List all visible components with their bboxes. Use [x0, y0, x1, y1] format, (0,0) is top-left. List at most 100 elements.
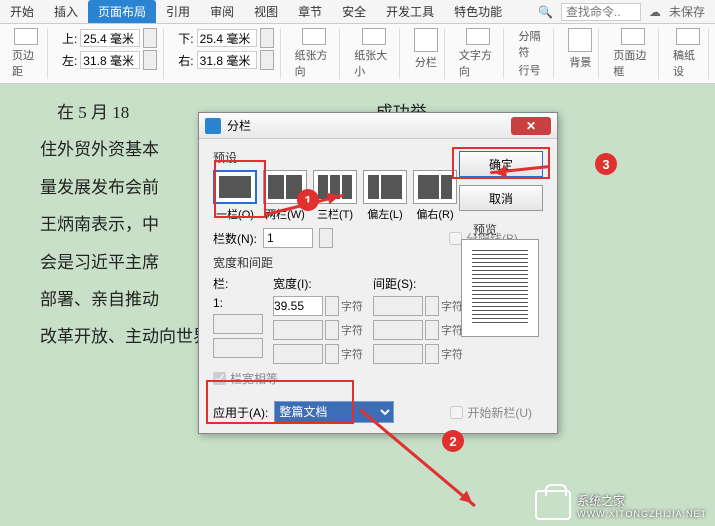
unit-label: 字符: [341, 322, 363, 338]
width-header: 宽度(I):: [273, 275, 363, 292]
spinner: [425, 296, 439, 316]
preset-right-label: 偏右(R): [413, 206, 457, 222]
col2-index: [213, 314, 263, 334]
watermark-house-icon: [535, 490, 571, 520]
ribbon-tabs: 开始 插入 页面布局 引用 审阅 视图 章节 安全 开发工具 特色功能 🔍 ☁ …: [0, 0, 715, 24]
spinner: [425, 344, 439, 364]
spinner[interactable]: [260, 28, 274, 48]
preset-right[interactable]: [413, 170, 457, 204]
apply-to-select[interactable]: 整篇文档: [274, 401, 394, 423]
margin-icon[interactable]: [14, 28, 38, 45]
col-header: 栏:: [213, 275, 263, 292]
cancel-button[interactable]: 取消: [459, 185, 543, 211]
left-margin-input[interactable]: [80, 51, 140, 69]
spacing3-input: [373, 344, 423, 364]
manuscript-label[interactable]: 稿纸设: [673, 47, 702, 79]
left-margin-label: 左:: [62, 52, 77, 69]
unit-label: 字符: [441, 346, 463, 362]
tab-view[interactable]: 视图: [244, 0, 288, 23]
unit-label: 字符: [341, 346, 363, 362]
spinner[interactable]: [325, 296, 339, 316]
right-margin-input[interactable]: [197, 51, 257, 69]
preset-two[interactable]: [263, 170, 307, 204]
dialog-titlebar[interactable]: 分栏 ✕: [199, 113, 557, 139]
new-column-label: 开始新栏(U): [467, 404, 532, 421]
textdir-icon[interactable]: [466, 28, 490, 45]
dialog-close-button[interactable]: ✕: [511, 117, 551, 135]
tab-security[interactable]: 安全: [332, 0, 376, 23]
col3-index: [213, 338, 263, 358]
top-margin-label: 上:: [62, 30, 77, 47]
spinner[interactable]: [260, 50, 274, 70]
preset-three[interactable]: [313, 170, 357, 204]
columns-icon[interactable]: [414, 28, 438, 52]
border-icon[interactable]: [621, 28, 645, 45]
spinner: [325, 344, 339, 364]
dialog-app-icon: [205, 118, 221, 134]
background-icon[interactable]: [568, 28, 592, 52]
papersize-icon[interactable]: [362, 28, 386, 45]
preset-one-label: 一栏(O): [213, 206, 257, 222]
preset-two-label: 两栏(W): [263, 206, 307, 222]
dialog-title: 分栏: [227, 117, 251, 134]
width3-input: [273, 344, 323, 364]
bottom-margin-input[interactable]: [197, 29, 257, 47]
apply-to-label: 应用于(A):: [213, 404, 268, 421]
unit-label: 字符: [441, 322, 463, 338]
spacing2-input: [373, 320, 423, 340]
spacing-header: 间距(S):: [373, 275, 463, 292]
spacing1-input: [373, 296, 423, 316]
spinner[interactable]: [143, 28, 157, 48]
orientation-label[interactable]: 纸张方向: [295, 47, 334, 79]
command-search[interactable]: [561, 3, 641, 21]
tab-chapter[interactable]: 章节: [288, 0, 332, 23]
search-icon: 🔍: [538, 5, 553, 19]
columns-dialog: 分栏 ✕ 预设 一栏(O) 两栏(W) 三栏(T) 偏左(L) 偏右(R) 栏数…: [198, 112, 558, 434]
preset-left-label: 偏左(L): [363, 206, 407, 222]
tab-review[interactable]: 审阅: [200, 0, 244, 23]
lineno-label[interactable]: 行号: [518, 62, 540, 78]
right-margin-label: 右:: [178, 52, 193, 69]
ok-button[interactable]: 确定: [459, 151, 543, 177]
textdir-label[interactable]: 文字方向: [459, 47, 498, 79]
unit-label: 字符: [441, 298, 463, 314]
col1-label: 1:: [213, 296, 223, 310]
orientation-icon[interactable]: [302, 28, 326, 45]
spinner: [325, 320, 339, 340]
preview-label: 预览: [473, 221, 497, 238]
top-margin-input[interactable]: [80, 29, 140, 47]
tab-reference[interactable]: 引用: [156, 0, 200, 23]
new-column-checkbox: [450, 406, 463, 419]
equal-width-label: 栏宽相等: [230, 370, 278, 387]
cols-count-input[interactable]: [263, 228, 313, 248]
preset-left[interactable]: [363, 170, 407, 204]
cols-count-label: 栏数(N):: [213, 230, 257, 247]
tab-insert[interactable]: 插入: [44, 0, 88, 23]
tab-special[interactable]: 特色功能: [444, 0, 512, 23]
manuscript-icon[interactable]: [676, 28, 700, 45]
unit-label: 字符: [341, 298, 363, 314]
unsaved-label: 未保存: [669, 3, 705, 20]
ribbon-toolbar: 页边距 上: 左: 下: 右: 纸张方向 纸张大小 分栏 文字方向 分隔符 行号…: [0, 24, 715, 84]
break-label[interactable]: 分隔符: [518, 28, 547, 60]
preview-box: [461, 239, 539, 337]
cloud-icon: ☁: [649, 5, 661, 19]
equal-width-checkbox: [213, 372, 226, 385]
watermark: 系统之家 WWW.XITONGZHIJIA.NET: [535, 490, 707, 520]
tab-start[interactable]: 开始: [0, 0, 44, 23]
preset-one[interactable]: [213, 170, 257, 204]
tab-developer[interactable]: 开发工具: [376, 0, 444, 23]
bottom-margin-label: 下:: [178, 30, 193, 47]
watermark-name: 系统之家: [577, 492, 707, 509]
papersize-label[interactable]: 纸张大小: [354, 47, 393, 79]
border-label[interactable]: 页面边框: [613, 47, 652, 79]
spinner[interactable]: [143, 50, 157, 70]
background-label[interactable]: 背景: [569, 54, 591, 70]
width1-input[interactable]: [273, 296, 323, 316]
spinner[interactable]: [319, 228, 333, 248]
preset-three-label: 三栏(T): [313, 206, 357, 222]
columns-label[interactable]: 分栏: [415, 54, 437, 70]
tab-pagelayout[interactable]: 页面布局: [88, 0, 156, 23]
width2-input: [273, 320, 323, 340]
watermark-url: WWW.XITONGZHIJIA.NET: [577, 509, 707, 519]
